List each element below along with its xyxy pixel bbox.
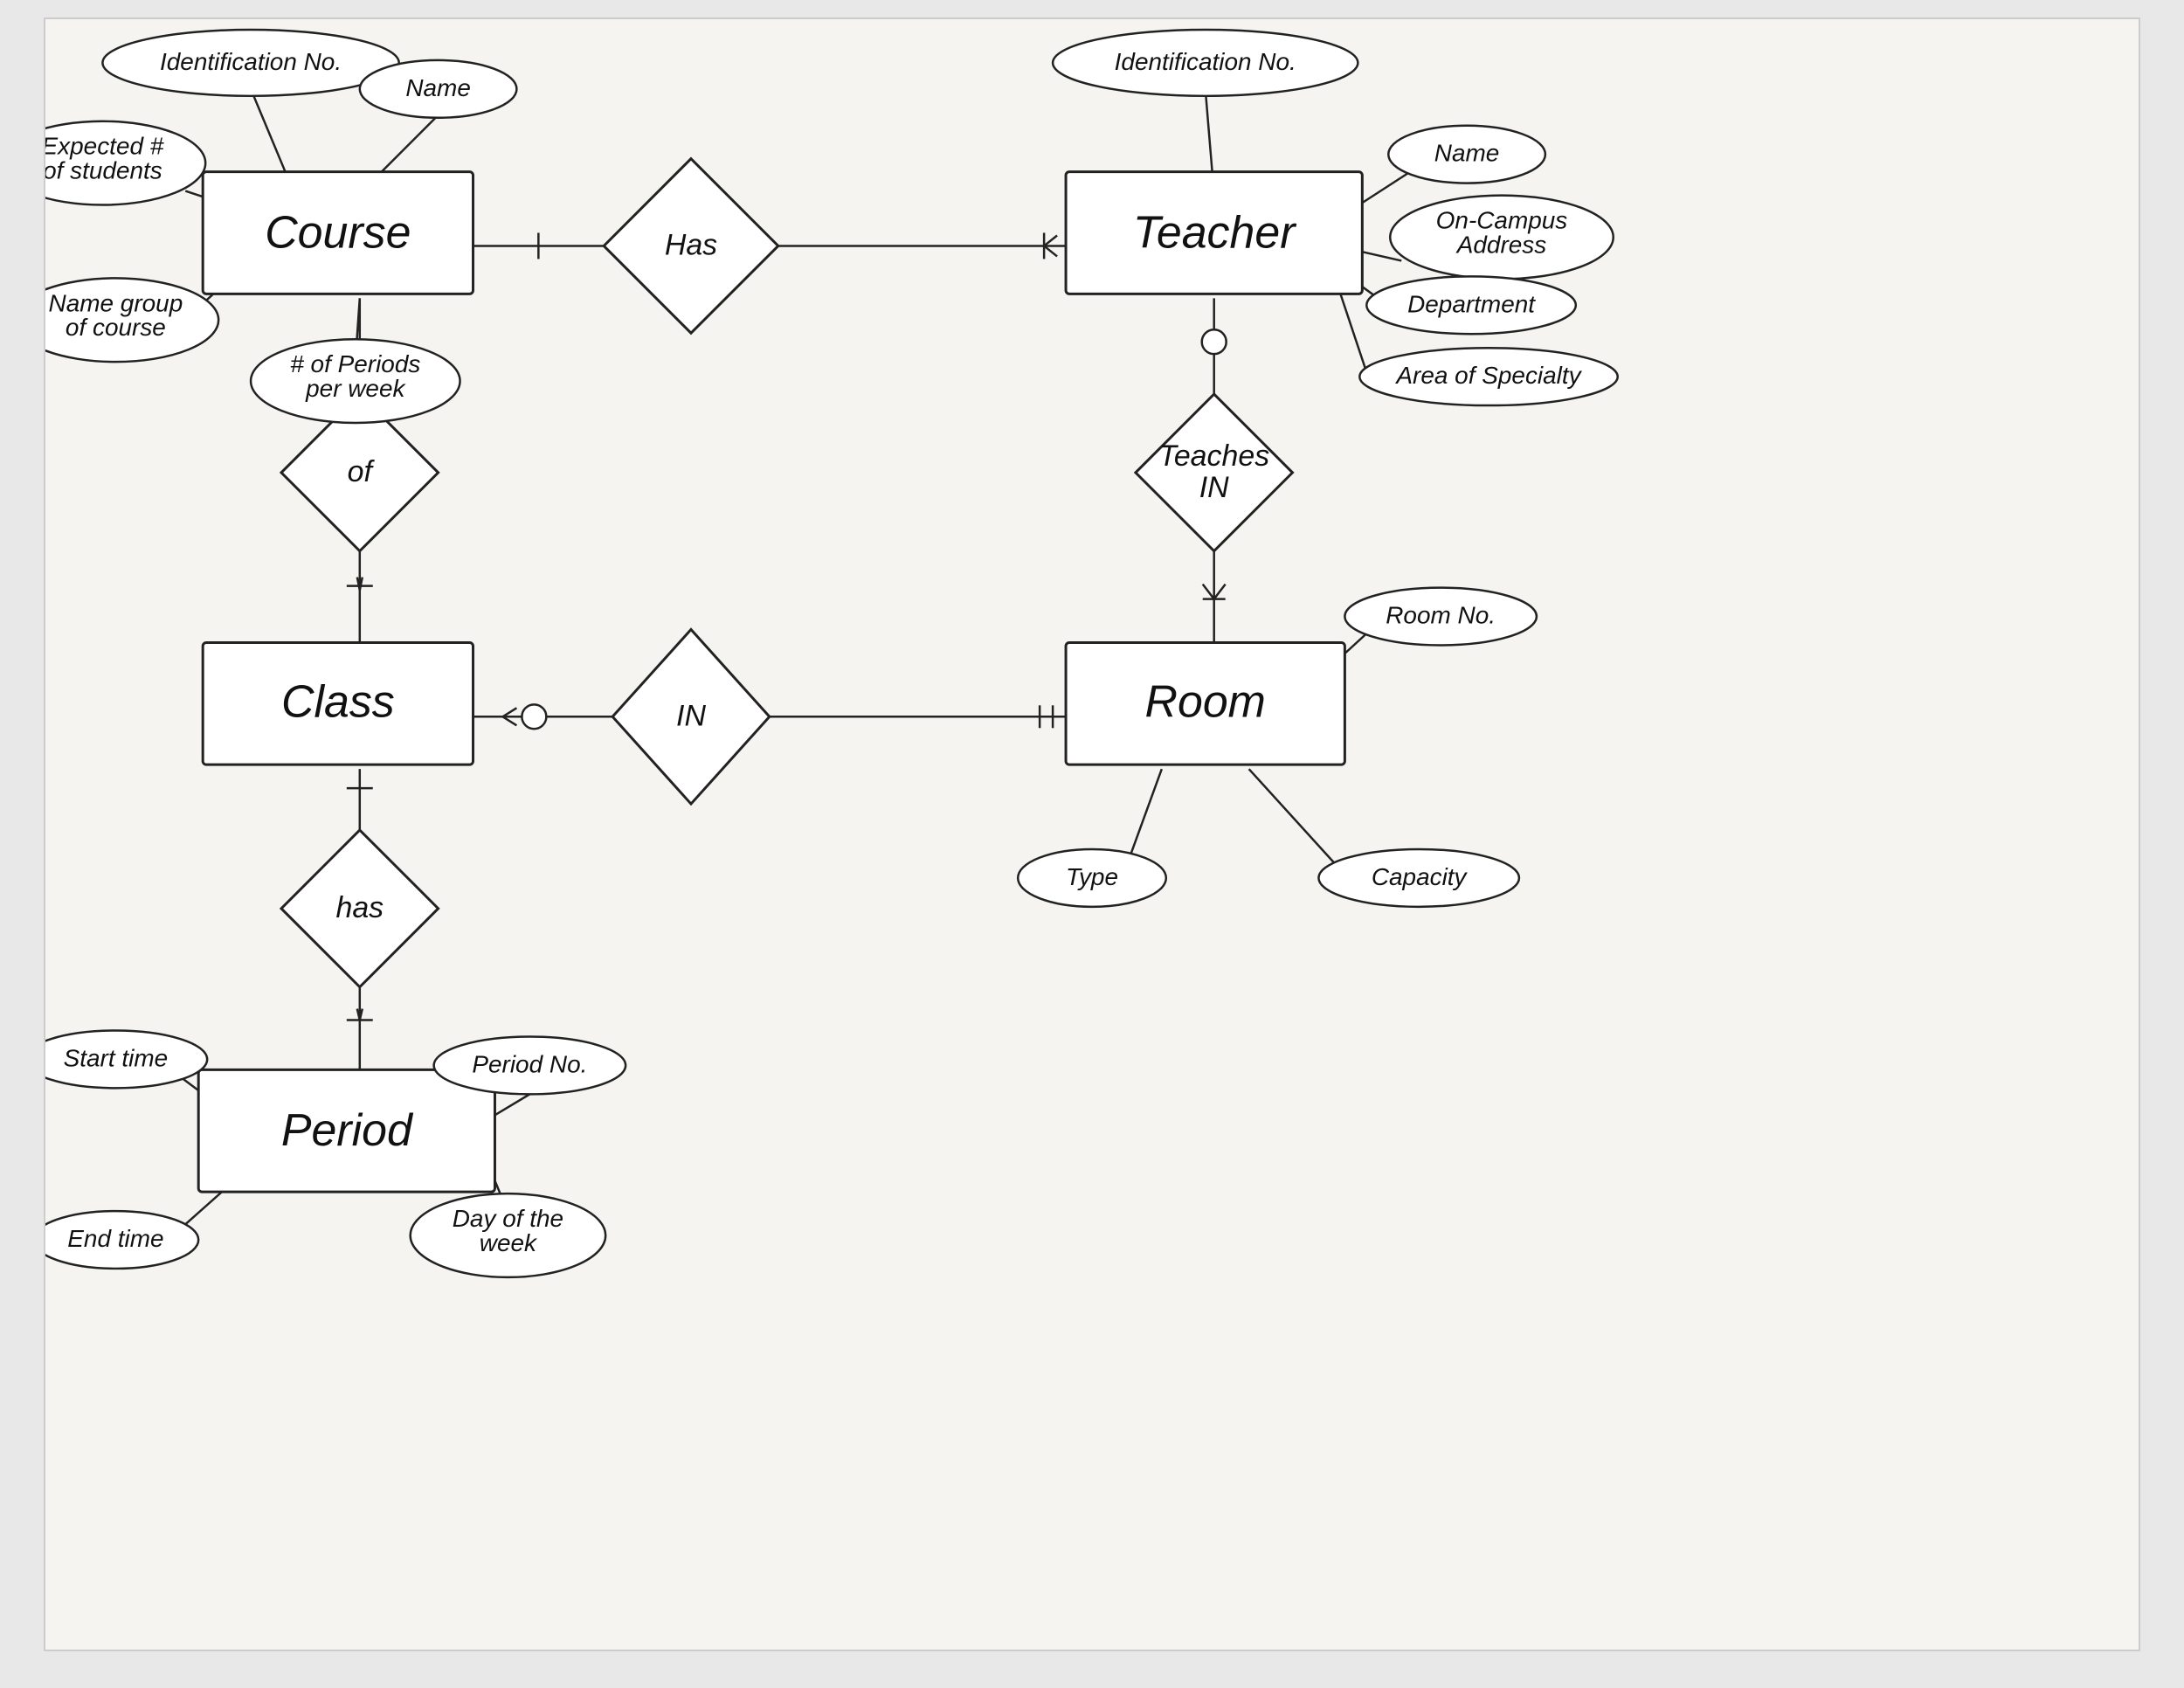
period-day-attr: Day of the — [453, 1205, 563, 1232]
room-capacity-attr: Capacity — [1372, 863, 1469, 890]
room-entity-label: Room — [1145, 675, 1266, 726]
teacher-addr-attr: On-Campus — [1436, 206, 1568, 233]
teaches-in-relation-label2: IN — [1199, 471, 1229, 504]
expected-students-attr: Expected # — [45, 133, 164, 160]
course-id-attr: Identification No. — [160, 48, 342, 75]
teacher-entity-label: Teacher — [1133, 206, 1297, 257]
periods-per-week-attr: # of Periods — [290, 350, 420, 377]
has2-relation-label: has — [335, 891, 384, 924]
teacher-name-attr: Name — [1434, 140, 1500, 167]
teacher-addr-attr2: Address — [1455, 231, 1547, 258]
has-relation-label: Has — [665, 228, 717, 261]
teacher-id-attr: Identification No. — [1115, 48, 1296, 75]
period-end-attr: End time — [67, 1225, 163, 1252]
course-name-attr: Name — [405, 74, 471, 101]
periods-per-week-attr2: per week — [305, 375, 406, 402]
room-no-attr: Room No. — [1386, 602, 1496, 629]
room-type-attr: Type — [1066, 863, 1118, 890]
er-diagram-canvas: Course Teacher Class Room Period Has of … — [44, 17, 2140, 1651]
class-entity-label: Class — [281, 675, 395, 726]
teaches-in-relation-label: Teaches — [1158, 439, 1269, 473]
period-entity-label: Period — [281, 1104, 414, 1155]
period-day-attr2: week — [480, 1229, 538, 1256]
course-entity-label: Course — [265, 206, 411, 257]
of-relation-label: of — [348, 455, 376, 488]
period-start-attr: Start time — [64, 1044, 169, 1071]
teacher-spec-attr: Area of Specialty — [1394, 362, 1582, 389]
expected-students-attr2: of students — [45, 157, 162, 184]
name-group-attr: Name group — [49, 289, 183, 316]
name-group-attr2: of course — [66, 314, 166, 341]
period-no-attr: Period No. — [472, 1050, 587, 1077]
in-relation-label: IN — [676, 699, 706, 732]
teacher-dept-attr: Department — [1407, 290, 1536, 317]
